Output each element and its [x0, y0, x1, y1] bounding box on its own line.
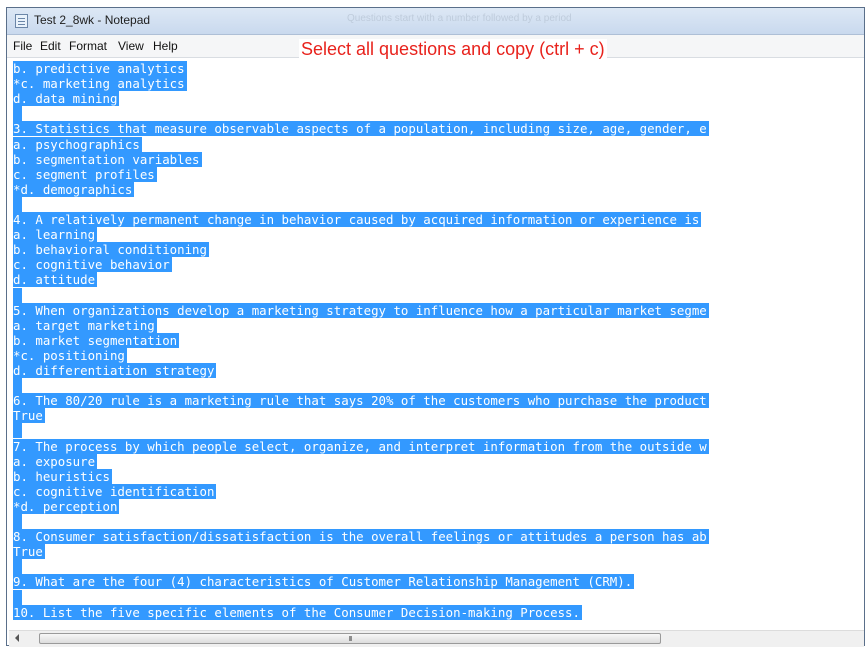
title-bar[interactable]: Test 2_8wk - Notepad Questions start wit…	[7, 8, 864, 35]
text-line: c. cognitive identification	[13, 483, 864, 499]
selected-text: d. attitude	[13, 272, 98, 288]
selected-text	[13, 514, 23, 529]
selected-text	[13, 106, 23, 122]
text-line: d. data mining	[13, 91, 864, 107]
text-line: b. predictive analytics	[13, 61, 864, 76]
selected-text	[13, 423, 23, 439]
text-line: *d. demographics	[13, 181, 864, 197]
text-line	[13, 196, 864, 212]
selected-text: b. market segmentation	[13, 332, 180, 348]
text-line: c. cognitive behavior	[13, 257, 864, 273]
scroll-grip: III	[348, 635, 352, 643]
text-line: c. segment profiles	[13, 166, 864, 182]
selected-text: c. segment profiles	[13, 166, 157, 182]
selected-text: b. segmentation variables	[13, 151, 202, 167]
text-line: 10. List the five specific elements of t…	[13, 604, 864, 620]
selected-text: 4. A relatively permanent change in beha…	[13, 212, 702, 227]
title-ghost-text: Questions start with a number followed b…	[347, 13, 572, 24]
selected-text	[13, 196, 23, 212]
text-line: *c. positioning	[13, 347, 864, 363]
selected-text: c. cognitive identification	[13, 483, 217, 499]
text-line	[13, 287, 864, 303]
instruction-annotation: Select all questions and copy (ctrl + c)	[299, 39, 607, 60]
selected-text: *c. marketing analytics	[13, 76, 187, 92]
menu-help[interactable]: Help	[153, 39, 178, 53]
selected-text: *d. demographics	[13, 181, 135, 197]
selected-text	[13, 589, 23, 605]
text-line: d. attitude	[13, 272, 864, 288]
text-line: True	[13, 544, 864, 560]
selected-text: *d. perception	[13, 498, 120, 514]
selected-text: d. data mining	[13, 91, 120, 107]
text-line: 4. A relatively permanent change in beha…	[13, 212, 864, 227]
selected-text: c. cognitive behavior	[13, 257, 172, 273]
selected-text: 7. The process by which people select, o…	[13, 438, 709, 454]
text-line: 9. What are the four (4) characteristics…	[13, 574, 864, 590]
selected-text	[13, 287, 23, 303]
text-line: 5. When organizations develop a marketin…	[13, 302, 864, 318]
text-line: b. behavioral conditioning	[13, 242, 864, 258]
text-line: b. segmentation variables	[13, 151, 864, 167]
selected-text: 5. When organizations develop a marketin…	[13, 302, 709, 318]
menu-format[interactable]: Format	[69, 39, 107, 53]
text-line	[13, 514, 864, 529]
scroll-thumb[interactable]: III	[39, 633, 661, 644]
text-line	[13, 106, 864, 122]
text-editor[interactable]: b. predictive analytics *c. marketing ana…	[9, 59, 864, 629]
selected-text: a. psychographics	[13, 136, 142, 152]
selected-text: a. exposure	[13, 453, 98, 469]
text-line: 7. The process by which people select, o…	[13, 438, 864, 454]
text-line: a. target marketing	[13, 317, 864, 333]
text-line	[13, 378, 864, 394]
text-line: b. market segmentation	[13, 332, 864, 348]
text-line: True	[13, 408, 864, 424]
selected-text: True	[13, 544, 45, 560]
selected-text: True	[13, 408, 45, 424]
text-line	[13, 559, 864, 575]
text-line	[13, 423, 864, 439]
text-line: d. differentiation strategy	[13, 363, 864, 378]
text-line: 3. Statistics that measure observable as…	[13, 121, 864, 137]
text-line: *d. perception	[13, 498, 864, 514]
scroll-left-arrow-icon[interactable]	[15, 634, 19, 642]
menu-file[interactable]: File	[13, 39, 32, 53]
horizontal-scrollbar[interactable]: III	[9, 630, 864, 647]
text-line: 6. The 80/20 rule is a marketing rule th…	[13, 393, 864, 409]
selected-text	[13, 559, 23, 575]
text-line	[13, 589, 864, 605]
selected-text: b. behavioral conditioning	[13, 242, 209, 258]
selected-text	[13, 378, 23, 394]
selected-text: 3. Statistics that measure observable as…	[13, 121, 709, 137]
selected-text: 9. What are the four (4) characteristics…	[13, 574, 635, 590]
text-line: a. exposure	[13, 453, 864, 469]
menu-view[interactable]: View	[118, 39, 144, 53]
selected-text: b. heuristics	[13, 468, 112, 484]
selected-text: 6. The 80/20 rule is a marketing rule th…	[13, 393, 709, 409]
selected-text: a. target marketing	[13, 317, 157, 333]
selected-text: b. predictive analytics	[13, 61, 187, 76]
text-line: a. psychographics	[13, 136, 864, 152]
window-title: Test 2_8wk - Notepad	[34, 13, 151, 27]
text-line: *c. marketing analytics	[13, 76, 864, 92]
text-line: 8. Consumer satisfaction/dissatisfaction…	[13, 529, 864, 545]
text-line: b. heuristics	[13, 468, 864, 484]
menu-edit[interactable]: Edit	[40, 39, 61, 53]
selected-text: 10. List the five specific elements of t…	[13, 604, 582, 620]
selected-text: *c. positioning	[13, 347, 127, 363]
selected-text: 8. Consumer satisfaction/dissatisfaction…	[13, 529, 709, 545]
text-line: a. learning	[13, 227, 864, 243]
notepad-icon	[15, 14, 28, 28]
selected-text: a. learning	[13, 227, 98, 243]
selected-text: d. differentiation strategy	[13, 363, 217, 378]
notepad-window: Test 2_8wk - Notepad Questions start wit…	[6, 7, 865, 647]
